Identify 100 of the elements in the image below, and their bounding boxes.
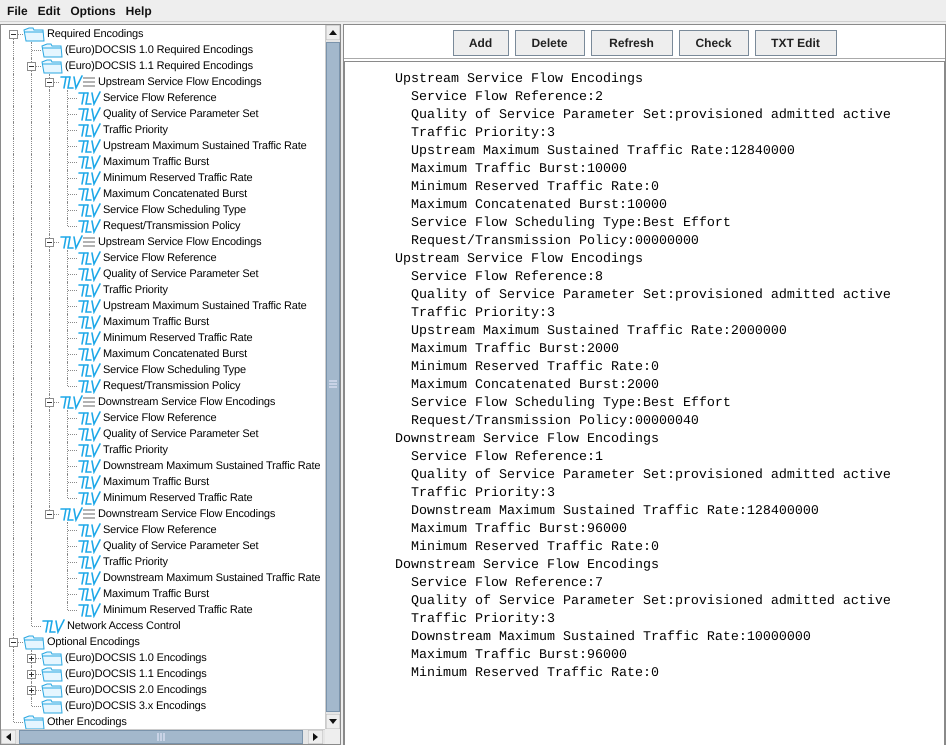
tree-item[interactable]: Downstream Service Flow Encodings — [98, 508, 276, 520]
field-line: Maximum Traffic Burst:96000 — [411, 648, 627, 663]
tree-item[interactable]: Traffic Priority — [103, 444, 168, 456]
field-line: Traffic Priority:3 — [411, 126, 555, 141]
tree-item[interactable]: Optional Encodings — [47, 636, 140, 648]
tree-item[interactable]: Traffic Priority — [103, 556, 168, 568]
field-line: Minimum Reserved Traffic Rate:0 — [411, 360, 659, 375]
scroll-left-icon[interactable] — [1, 730, 16, 744]
menu-item[interactable]: Options — [65, 4, 121, 18]
tree-item[interactable]: Quality of Service Parameter Set — [103, 108, 258, 120]
toolbar-button[interactable]: Check — [678, 30, 748, 56]
menu-item[interactable]: Edit — [32, 4, 66, 18]
toolbar-button[interactable]: Refresh — [590, 30, 672, 56]
tree-item[interactable]: Downstream Service Flow Encodings — [98, 396, 276, 408]
tlv-icon — [77, 426, 101, 442]
tree-item[interactable]: Service Flow Reference — [103, 92, 216, 104]
tlv-icon — [77, 250, 101, 266]
tlv-list-icon — [59, 394, 96, 410]
menu-item[interactable]: Help — [120, 4, 157, 18]
tree-item[interactable]: Service Flow Scheduling Type — [103, 204, 246, 216]
tree-item[interactable]: Service Flow Reference — [103, 412, 216, 424]
tree-item[interactable]: Quality of Service Parameter Set — [103, 540, 258, 552]
tree-item[interactable]: Maximum Concatenated Burst — [103, 188, 248, 200]
tree-item[interactable]: Maximum Traffic Burst — [103, 588, 210, 600]
tree-item[interactable]: Traffic Priority — [103, 124, 168, 136]
folder-icon — [23, 714, 45, 730]
scroll-up-icon[interactable] — [326, 25, 340, 40]
text-area[interactable] — [344, 61, 945, 745]
tree-item[interactable]: Upstream Service Flow Encodings — [98, 236, 262, 248]
toolbar-button[interactable]: TXT Edit — [754, 30, 836, 56]
collapse-icon[interactable] — [9, 638, 18, 647]
tree-item[interactable]: Service Flow Reference — [103, 524, 216, 536]
tree-item[interactable]: Maximum Traffic Burst — [103, 476, 210, 488]
toolbar-button[interactable]: Add — [452, 30, 508, 56]
field-line: Maximum Traffic Burst:96000 — [411, 522, 627, 537]
tlv-list-icon — [59, 74, 96, 90]
tree-item[interactable]: Other Encodings — [47, 716, 127, 728]
collapse-icon[interactable] — [27, 62, 36, 71]
tree-item[interactable]: Upstream Maximum Sustained Traffic Rate — [103, 140, 307, 152]
tree-item[interactable]: Required Encodings — [47, 28, 144, 40]
tree-item[interactable]: Network Access Control — [67, 620, 180, 632]
tree-item[interactable]: Minimum Reserved Traffic Rate — [103, 172, 252, 184]
scroll-down-icon[interactable] — [326, 714, 340, 729]
tree-item[interactable]: Upstream Maximum Sustained Traffic Rate — [103, 300, 307, 312]
tlv-icon — [77, 266, 101, 282]
collapse-icon[interactable] — [45, 78, 54, 87]
tlv-list-icon — [59, 506, 96, 522]
tlv-icon — [77, 282, 101, 298]
collapse-icon[interactable] — [45, 510, 54, 519]
collapse-icon[interactable] — [9, 30, 18, 39]
tree-item[interactable]: (Euro)DOCSIS 1.1 Required Encodings — [65, 60, 253, 72]
tree-item[interactable]: Request/Transmission Policy — [103, 380, 240, 392]
tree-item[interactable]: Service Flow Scheduling Type — [103, 364, 246, 376]
folder-icon — [41, 42, 63, 58]
tree-item[interactable]: (Euro)DOCSIS 1.1 Encodings — [65, 668, 207, 680]
collapse-icon[interactable] — [45, 398, 54, 407]
tree-item[interactable]: Maximum Traffic Burst — [103, 156, 210, 168]
tlv-icon — [77, 458, 101, 474]
tree-item[interactable]: Upstream Service Flow Encodings — [98, 76, 262, 88]
tlv-icon — [77, 90, 101, 106]
tlv-icon — [77, 202, 101, 218]
tree-item[interactable]: Quality of Service Parameter Set — [103, 268, 258, 280]
expand-icon[interactable] — [27, 670, 36, 679]
expand-icon[interactable] — [27, 654, 36, 663]
horizontal-scrollbar[interactable] — [1, 729, 325, 744]
toolbar-button[interactable]: Delete — [514, 30, 584, 56]
scrollbar-thumb[interactable] — [19, 730, 303, 744]
folder-icon — [41, 58, 63, 74]
tree-item[interactable]: Maximum Concatenated Burst — [103, 348, 248, 360]
field-line: Service Flow Scheduling Type:Best Effort — [411, 396, 731, 411]
tree-item[interactable]: Quality of Service Parameter Set — [103, 428, 258, 440]
tlv-icon — [77, 490, 101, 506]
tlv-icon — [77, 218, 101, 234]
section-heading: Upstream Service Flow Encodings — [395, 252, 643, 267]
tree-item[interactable]: Service Flow Reference — [103, 252, 216, 264]
tree-item[interactable]: (Euro)DOCSIS 1.0 Encodings — [65, 652, 207, 664]
tlv-icon — [77, 362, 101, 378]
field-line: Quality of Service Parameter Set:provisioned admitted active — [411, 288, 891, 303]
tree-item[interactable]: Maximum Traffic Burst — [103, 316, 210, 328]
tlv-icon — [77, 346, 101, 362]
tlv-icon — [77, 170, 101, 186]
tree-item[interactable]: (Euro)DOCSIS 1.0 Required Encodings — [65, 44, 253, 56]
tree-item[interactable]: (Euro)DOCSIS 2.0 Encodings — [65, 684, 207, 696]
field-line: Traffic Priority:3 — [411, 306, 555, 321]
tree-item[interactable]: Minimum Reserved Traffic Rate — [103, 492, 252, 504]
expand-icon[interactable] — [27, 686, 36, 695]
tree-item[interactable]: Downstream Maximum Sustained Traffic Rate — [103, 572, 320, 584]
folder-icon — [23, 634, 45, 650]
tree-item[interactable]: (Euro)DOCSIS 3.x Encodings — [65, 700, 206, 712]
tree-item[interactable]: Traffic Priority — [103, 284, 168, 296]
scroll-right-icon[interactable] — [308, 730, 323, 744]
tree-item[interactable]: Request/Transmission Policy — [103, 220, 240, 232]
tree-item[interactable]: Downstream Maximum Sustained Traffic Rate — [103, 460, 320, 472]
tree-item[interactable]: Minimum Reserved Traffic Rate — [103, 332, 252, 344]
tlv-icon — [77, 186, 101, 202]
collapse-icon[interactable] — [45, 238, 54, 247]
tlv-icon — [77, 522, 101, 538]
tlv-icon — [77, 298, 101, 314]
menu-item[interactable]: File — [2, 4, 33, 18]
tree-item[interactable]: Minimum Reserved Traffic Rate — [103, 604, 252, 616]
